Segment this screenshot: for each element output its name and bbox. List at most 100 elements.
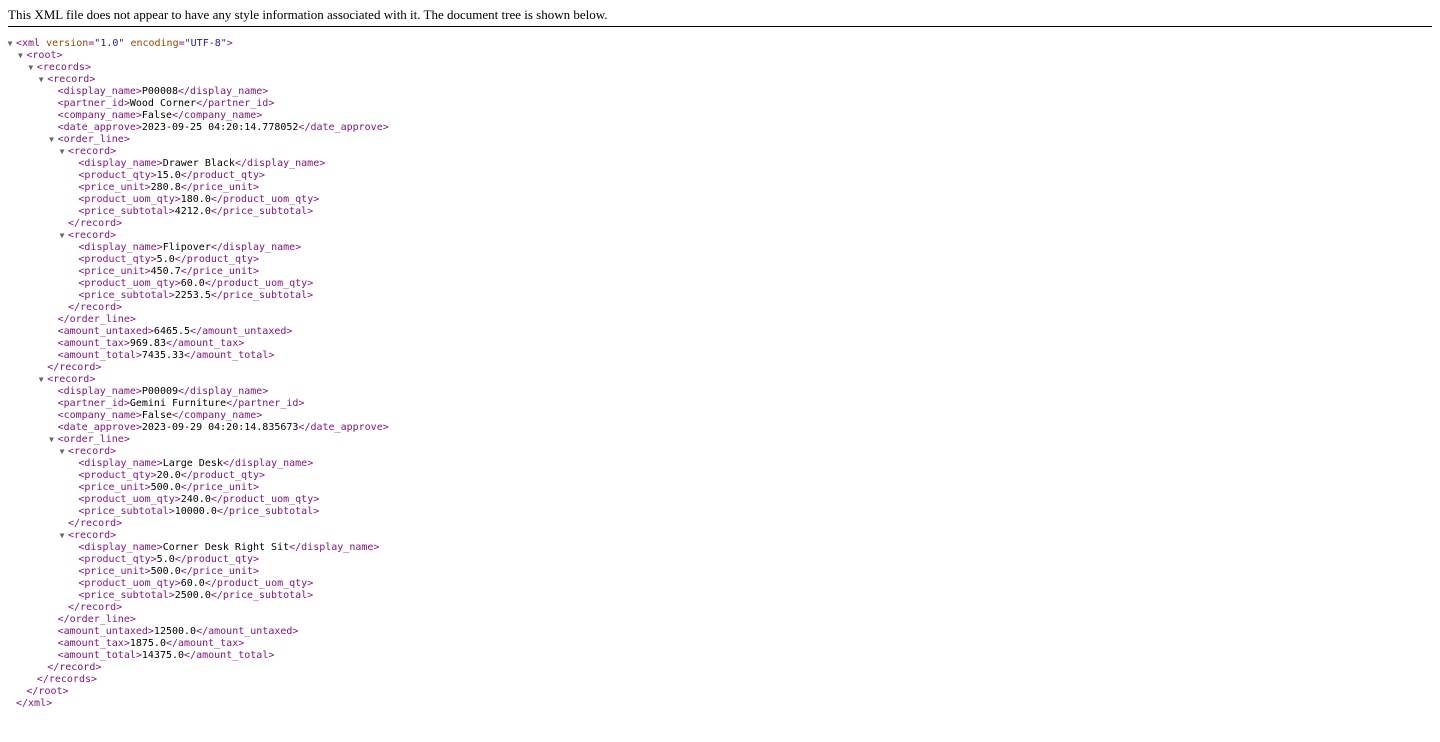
xml-line-content: </order_line> bbox=[58, 314, 136, 326]
xml-tag: <product_qty> bbox=[78, 254, 157, 265]
xml-text-value: 180.0 bbox=[180, 194, 211, 205]
xml-line-content: <product_qty>5.0</product_qty> bbox=[78, 554, 259, 566]
xml-line: <price_subtotal>4212.0</price_subtotal> bbox=[0, 206, 1440, 218]
xml-tag: <product_qty> bbox=[78, 554, 157, 565]
xml-tag: <amount_tax> bbox=[57, 338, 130, 349]
xml-line: <product_uom_qty>240.0</product_uom_qty> bbox=[0, 494, 1440, 506]
collapse-toggle-icon[interactable]: ▼ bbox=[58, 446, 66, 458]
xml-line-content: <record> bbox=[68, 230, 116, 242]
xml-tag: <price_unit> bbox=[78, 482, 151, 493]
xml-tag: </product_qty> bbox=[180, 170, 266, 181]
xml-tag: <record> bbox=[68, 530, 117, 541]
xml-tag: <root> bbox=[26, 50, 63, 61]
xml-line: <amount_untaxed>12500.0</amount_untaxed> bbox=[0, 626, 1440, 638]
xml-tag: </date_approve> bbox=[298, 122, 389, 133]
xml-line-content: <product_uom_qty>180.0</product_uom_qty> bbox=[78, 194, 319, 206]
xml-line: <price_subtotal>2253.5</price_subtotal> bbox=[0, 290, 1440, 302]
xml-tag: </record> bbox=[47, 662, 102, 673]
xml-line-content: <amount_untaxed>12500.0</amount_untaxed> bbox=[58, 626, 299, 638]
xml-line-content: <amount_total>14375.0</amount_total> bbox=[58, 650, 275, 662]
xml-tag: <record> bbox=[68, 146, 117, 157]
xml-tag: <product_uom_qty> bbox=[78, 278, 181, 289]
xml-tag: </product_uom_qty> bbox=[210, 194, 320, 205]
xml-line: <amount_tax>969.83</amount_tax> bbox=[0, 338, 1440, 350]
xml-text-value: 12500.0 bbox=[153, 626, 197, 637]
xml-text-value: False bbox=[141, 110, 172, 121]
xml-attribute-name: version bbox=[46, 38, 89, 49]
xml-line-content: </order_line> bbox=[58, 614, 136, 626]
xml-tag: <price_subtotal> bbox=[78, 290, 175, 301]
collapse-toggle-icon[interactable]: ▼ bbox=[27, 62, 35, 74]
xml-tag: </display_name> bbox=[178, 86, 269, 97]
collapse-toggle-icon[interactable]: ▼ bbox=[37, 74, 45, 86]
collapse-toggle-icon[interactable]: ▼ bbox=[37, 374, 45, 386]
xml-line: <display_name>Large Desk</display_name> bbox=[0, 458, 1440, 470]
xml-tag: </root> bbox=[26, 686, 69, 697]
xml-line: <amount_untaxed>6465.5</amount_untaxed> bbox=[0, 326, 1440, 338]
xml-line: <display_name>P00009</display_name> bbox=[0, 386, 1440, 398]
xml-line-content: <company_name>False</company_name> bbox=[58, 110, 263, 122]
xml-line: <display_name>P00008</display_name> bbox=[0, 86, 1440, 98]
xml-line: <date_approve>2023-09-25 04:20:14.778052… bbox=[0, 122, 1440, 134]
xml-line-content: </record> bbox=[47, 662, 101, 674]
xml-tag: </amount_total> bbox=[184, 350, 275, 361]
xml-line-content: <amount_tax>1875.0</amount_tax> bbox=[58, 638, 245, 650]
xml-line: <product_qty>20.0</product_qty> bbox=[0, 470, 1440, 482]
xml-tag: <amount_total> bbox=[57, 350, 142, 361]
collapse-toggle-icon[interactable]: ▼ bbox=[58, 530, 66, 542]
xml-tag: </product_uom_qty> bbox=[204, 278, 314, 289]
xml-line: ▼ <xml version="1.0" encoding="UTF-8"> bbox=[0, 38, 1440, 50]
xml-tag: <company_name> bbox=[57, 110, 142, 121]
xml-tag: <price_unit> bbox=[78, 182, 151, 193]
xml-line: ▼ <record> bbox=[0, 74, 1440, 86]
xml-tag: </price_subtotal> bbox=[210, 290, 314, 301]
xml-line-content: <amount_tax>969.83</amount_tax> bbox=[58, 338, 245, 350]
xml-text-value: 14375.0 bbox=[141, 650, 185, 661]
collapse-toggle-icon[interactable]: ▼ bbox=[6, 38, 14, 50]
xml-tag: </price_subtotal> bbox=[210, 590, 314, 601]
xml-text-value: False bbox=[141, 410, 172, 421]
xml-text-value: 4212.0 bbox=[174, 206, 211, 217]
xml-line-content: <product_qty>15.0</product_qty> bbox=[78, 170, 265, 182]
xml-text-value: 7435.33 bbox=[141, 350, 185, 361]
xml-line: </record> bbox=[0, 518, 1440, 530]
xml-line: <price_subtotal>10000.0</price_subtotal> bbox=[0, 506, 1440, 518]
xml-line: </order_line> bbox=[0, 614, 1440, 626]
xml-line-content: </record> bbox=[68, 518, 122, 530]
xml-line: </records> bbox=[0, 674, 1440, 686]
collapse-toggle-icon[interactable]: ▼ bbox=[16, 50, 24, 62]
xml-line: </order_line> bbox=[0, 314, 1440, 326]
xml-line: <price_unit>280.8</price_unit> bbox=[0, 182, 1440, 194]
xml-line: ▼ <root> bbox=[0, 50, 1440, 62]
xml-tag: </price_unit> bbox=[180, 566, 260, 577]
xml-tag: </order_line> bbox=[57, 614, 136, 625]
xml-line-content: <xml version="1.0" encoding="UTF-8"> bbox=[16, 38, 233, 50]
xml-line: <price_unit>450.7</price_unit> bbox=[0, 266, 1440, 278]
xml-tag: <display_name> bbox=[78, 158, 163, 169]
xml-tag: </company_name> bbox=[172, 110, 263, 121]
collapse-toggle-icon[interactable]: ▼ bbox=[58, 230, 66, 242]
xml-attribute-name: encoding bbox=[130, 38, 179, 49]
xml-tag: <display_name> bbox=[57, 86, 142, 97]
xml-tag: </partner_id> bbox=[226, 398, 305, 409]
xml-line-content: <price_subtotal>4212.0</price_subtotal> bbox=[78, 206, 313, 218]
xml-line: <display_name>Drawer Black</display_name… bbox=[0, 158, 1440, 170]
xml-line-content: <date_approve>2023-09-25 04:20:14.778052… bbox=[58, 122, 389, 134]
xml-tag: <partner_id> bbox=[57, 398, 130, 409]
xml-line-content: <record> bbox=[47, 74, 95, 86]
collapse-toggle-icon[interactable]: ▼ bbox=[48, 134, 56, 146]
xml-tag: <amount_total> bbox=[57, 650, 142, 661]
collapse-toggle-icon[interactable]: ▼ bbox=[48, 434, 56, 446]
xml-text-value: 500.0 bbox=[150, 566, 181, 577]
collapse-toggle-icon[interactable]: ▼ bbox=[58, 146, 66, 158]
xml-tag: </partner_id> bbox=[196, 98, 275, 109]
xml-text-value: Flipover bbox=[162, 242, 211, 253]
xml-tag: </record> bbox=[68, 602, 123, 613]
xml-line: </xml> bbox=[0, 698, 1440, 710]
xml-tag: <order_line> bbox=[57, 434, 130, 445]
xml-line-content: <display_name>P00008</display_name> bbox=[58, 86, 269, 98]
xml-line-content: <date_approve>2023-09-29 04:20:14.835673… bbox=[58, 422, 389, 434]
xml-line-content: <record> bbox=[68, 146, 116, 158]
xml-tag: </price_unit> bbox=[180, 482, 260, 493]
xml-tag: </record> bbox=[68, 218, 123, 229]
